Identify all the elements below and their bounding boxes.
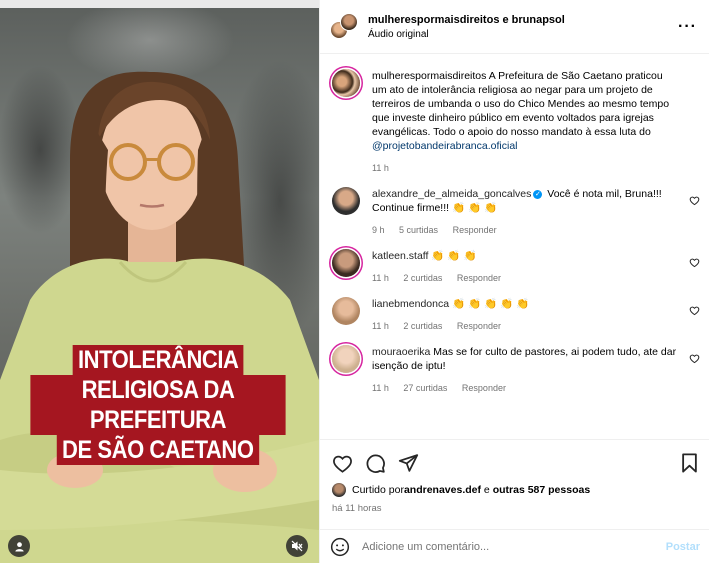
comment-username[interactable]: alexandre_de_almeida_goncalves xyxy=(372,188,531,200)
list-item: mouraoerika Mas se for culto de pastores… xyxy=(332,345,700,395)
action-icons xyxy=(332,452,700,474)
caption-username[interactable]: mulherespormaisdireitos xyxy=(372,70,486,82)
comment-bubble-icon xyxy=(366,454,385,473)
reply-button[interactable]: Responder xyxy=(457,273,501,283)
speaker-muted-icon xyxy=(291,540,303,552)
header-usernames[interactable]: mulherespormaisdireitos e brunapsol xyxy=(368,14,678,26)
emoji-icon[interactable] xyxy=(330,537,350,557)
clap-emoji: 👏👏👏👏👏 xyxy=(451,298,533,310)
comment-time[interactable]: 9 h xyxy=(372,225,385,235)
mute-button[interactable] xyxy=(286,535,308,557)
heart-icon xyxy=(333,455,352,473)
verified-icon: ✓ xyxy=(533,189,543,199)
caption-meta: 11 h xyxy=(372,161,678,175)
heart-icon[interactable] xyxy=(689,257,700,268)
overlay-line-2: RELIGIOSA DA PREFEITURA xyxy=(30,375,286,435)
list-item: lianebmendonca 👏👏👏👏👏 11 h 2 curtidas Res… xyxy=(332,297,700,333)
comment-meta: 11 h 2 curtidas Responder xyxy=(372,271,678,285)
list-item: katleen.staff 👏👏👏 11 h 2 curtidas Respon… xyxy=(332,249,700,285)
heart-icon[interactable] xyxy=(689,305,700,316)
collab-avatars[interactable] xyxy=(330,12,358,41)
avatar[interactable] xyxy=(332,187,360,215)
post-side-panel: mulherespormaisdireitos e brunapsol Áudi… xyxy=(319,0,709,563)
save-button[interactable] xyxy=(681,453,698,473)
more-options-icon[interactable]: ··· xyxy=(678,18,699,36)
woman-photo xyxy=(0,71,319,563)
comment-body: lianebmendonca 👏👏👏👏👏 11 h 2 curtidas Res… xyxy=(372,297,700,333)
reply-button[interactable]: Responder xyxy=(453,225,497,235)
user-icon xyxy=(14,541,24,552)
instagram-post-view: INTOLERÂNCIA RELIGIOSA DA PREFEITURA DE … xyxy=(0,0,709,563)
avatar[interactable] xyxy=(332,69,360,97)
comment-time[interactable]: 11 h xyxy=(372,383,389,393)
caption-time[interactable]: 11 h xyxy=(372,163,389,173)
post-media[interactable]: INTOLERÂNCIA RELIGIOSA DA PREFEITURA DE … xyxy=(0,0,319,563)
comment-username[interactable]: mouraoerika xyxy=(372,346,430,358)
avatar[interactable] xyxy=(332,249,360,277)
post-timestamp[interactable]: há 11 horas xyxy=(332,503,700,514)
avatar[interactable] xyxy=(332,345,360,373)
post-comment-button[interactable]: Postar xyxy=(666,541,700,553)
comment-likes[interactable]: 2 curtidas xyxy=(403,321,442,331)
like-button[interactable] xyxy=(332,454,353,473)
comment-username[interactable]: katleen.staff xyxy=(372,250,428,262)
list-item: alexandre_de_almeida_goncalves ✓ Você é n… xyxy=(332,187,700,237)
caption: mulherespormaisdireitos A Prefeitura de … xyxy=(332,69,700,175)
clap-emoji: 👏👏👏 xyxy=(431,250,480,262)
likes-user[interactable]: andrenaves.def xyxy=(404,484,481,496)
tagged-users-button[interactable] xyxy=(8,535,30,557)
mention-link[interactable]: @projetobandeirabranca.oficial xyxy=(372,140,518,152)
post-actions: Curtido por andrenaves.def e outras 587 … xyxy=(320,439,709,514)
comment-meta: 9 h 5 curtidas Responder xyxy=(372,223,678,237)
likes-summary: Curtido por andrenaves.def e outras 587 … xyxy=(332,483,700,497)
overlay-caption: INTOLERÂNCIA RELIGIOSA DA PREFEITURA DE … xyxy=(13,345,303,465)
avatar xyxy=(340,12,358,31)
comment-button[interactable] xyxy=(365,453,386,474)
comment-meta: 11 h 27 curtidas Responder xyxy=(372,381,678,395)
comment-time[interactable]: 11 h xyxy=(372,321,389,331)
header-text: mulherespormaisdireitos e brunapsol Áudi… xyxy=(368,14,678,40)
comment-time[interactable]: 11 h xyxy=(372,273,389,283)
likes-middle: e xyxy=(481,484,493,496)
avatar[interactable] xyxy=(332,483,346,497)
share-button[interactable] xyxy=(398,453,419,473)
comment-body: mouraoerika Mas se for culto de pastores… xyxy=(372,345,700,395)
comment-meta: 11 h 2 curtidas Responder xyxy=(372,319,678,333)
comment-input[interactable] xyxy=(362,540,666,553)
comment-username[interactable]: lianebmendonca xyxy=(372,298,449,310)
likes-prefix: Curtido por xyxy=(352,484,404,496)
overlay-line-3: DE SÃO CAETANO xyxy=(56,435,260,465)
comment-likes[interactable]: 2 curtidas xyxy=(403,273,442,283)
avatar[interactable] xyxy=(332,297,360,325)
overlay-line-1: INTOLERÂNCIA xyxy=(72,345,244,375)
add-comment-bar: Postar xyxy=(320,529,709,563)
post-header: mulherespormaisdireitos e brunapsol Áudi… xyxy=(320,0,709,54)
clap-emoji: 👏👏👏 xyxy=(451,202,501,214)
heart-icon[interactable] xyxy=(689,353,700,364)
reply-button[interactable]: Responder xyxy=(457,321,501,331)
comments-list[interactable]: mulherespormaisdireitos A Prefeitura de … xyxy=(320,55,709,439)
comment-likes[interactable]: 27 curtidas xyxy=(403,383,447,393)
caption-body: mulherespormaisdireitos A Prefeitura de … xyxy=(372,69,700,175)
reply-button[interactable]: Responder xyxy=(462,383,506,393)
heart-icon[interactable] xyxy=(689,195,700,206)
audio-label[interactable]: Áudio original xyxy=(368,29,678,40)
comment-likes[interactable]: 5 curtidas xyxy=(399,225,438,235)
likes-others[interactable]: outras 587 pessoas xyxy=(493,484,590,496)
comment-body: katleen.staff 👏👏👏 11 h 2 curtidas Respon… xyxy=(372,249,700,285)
comment-body: alexandre_de_almeida_goncalves ✓ Você é n… xyxy=(372,187,700,237)
bookmark-icon xyxy=(682,453,697,473)
paper-plane-icon xyxy=(398,454,419,472)
